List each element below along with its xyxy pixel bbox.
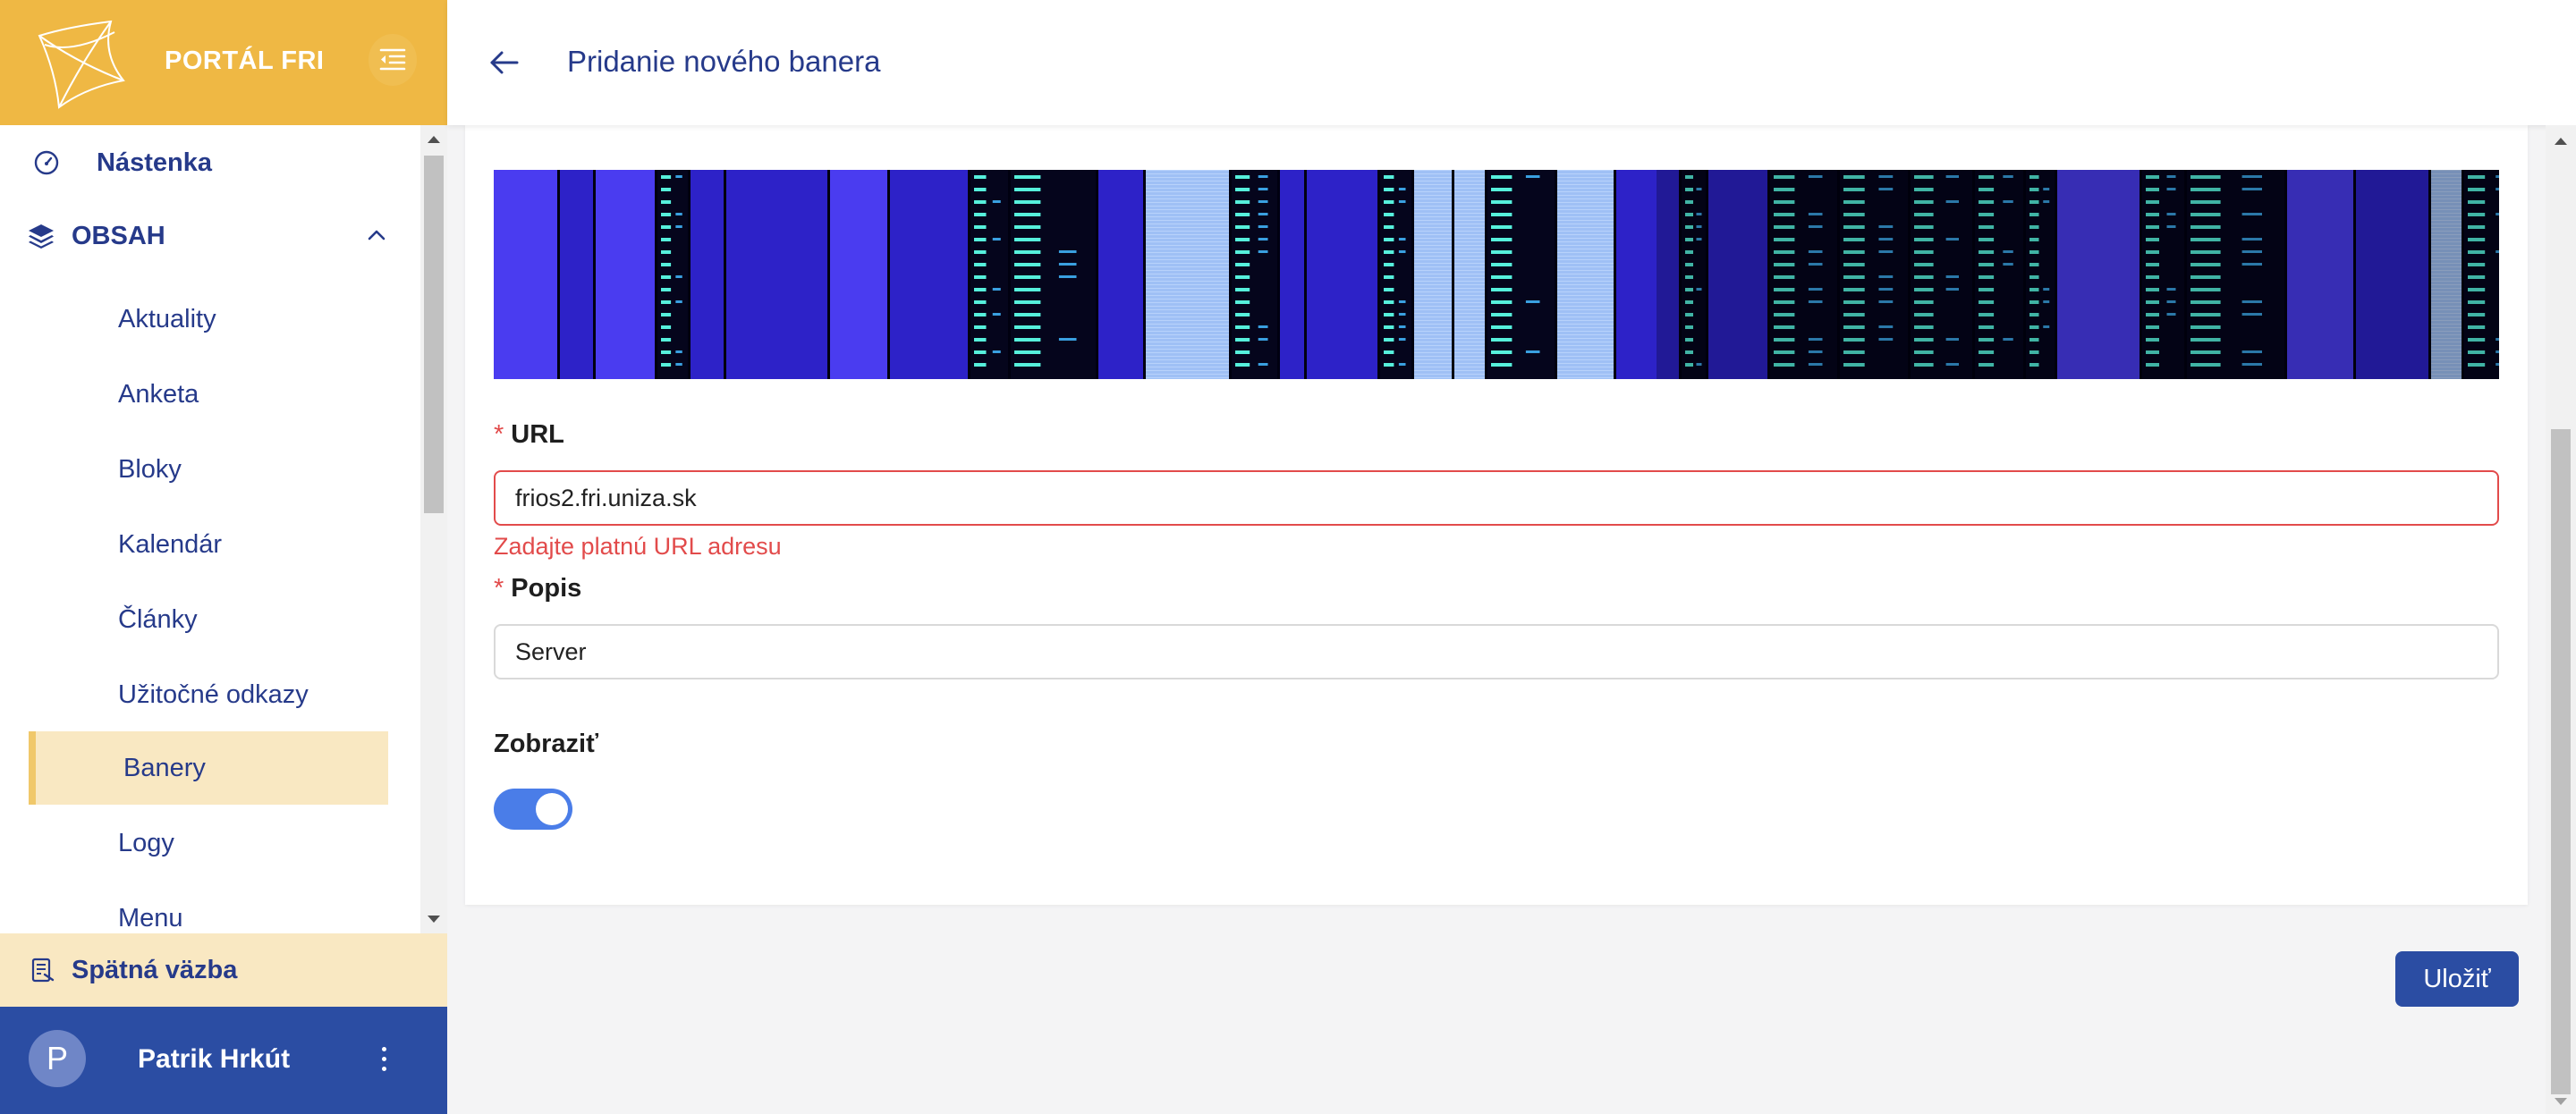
sidebar-item-bloky[interactable]: Bloky — [29, 433, 388, 506]
feedback-form-icon — [31, 958, 55, 983]
url-error-message: Zadajte platnú URL adresu — [494, 533, 782, 560]
toggle-knob — [536, 793, 568, 825]
scroll-up-arrow-icon[interactable] — [2555, 138, 2567, 145]
avatar[interactable]: P — [29, 1030, 86, 1087]
description-label-text: Popis — [511, 574, 582, 603]
dashboard-gauge-icon — [30, 147, 63, 179]
menu-collapse-icon — [379, 48, 406, 71]
description-input[interactable] — [494, 624, 2499, 679]
sidebar-item-banery[interactable]: Banery — [29, 731, 388, 805]
save-button[interactable]: Uložiť — [2395, 951, 2519, 1007]
back-button[interactable] — [483, 39, 526, 86]
url-label-text: URL — [511, 420, 564, 449]
user-menu-button[interactable] — [369, 1035, 399, 1082]
sidebar-item-label: Menu — [118, 903, 183, 933]
sidebar-item-label: Nástenka — [97, 148, 212, 177]
sidebar: PORTÁL FRI Nástenka OBSAH Aktuality Anke… — [0, 0, 447, 1114]
sidebar-scrollbar-thumb[interactable] — [424, 156, 444, 513]
more-vertical-icon-dot — [381, 1056, 386, 1061]
top-bar: Pridanie nového banera — [447, 0, 2576, 125]
banner-image-preview — [494, 170, 2499, 379]
scroll-down-arrow-icon[interactable] — [2555, 1098, 2567, 1105]
layers-icon — [25, 220, 57, 252]
sidebar-item-label: Kalendár — [118, 529, 223, 559]
sidebar-item-dashboard[interactable]: Nástenka — [0, 127, 420, 198]
sidebar-item-label: Banery — [123, 753, 206, 782]
sidebar-section-content[interactable]: OBSAH — [0, 200, 420, 272]
show-label: Zobraziť — [494, 730, 599, 758]
sidebar-item-menu[interactable]: Menu — [29, 882, 388, 933]
sidebar-item-uzitocne-odkazy[interactable]: Užitočné odkazy — [29, 658, 388, 731]
sidebar-scrollbar[interactable] — [420, 125, 447, 933]
required-mark: * — [494, 420, 504, 449]
sidebar-item-anketa[interactable]: Anketa — [29, 358, 388, 431]
sidebar-item-aktuality[interactable]: Aktuality — [29, 283, 388, 356]
sidebar-header: PORTÁL FRI — [0, 0, 447, 125]
sidebar-item-kalendar[interactable]: Kalendár — [29, 508, 388, 581]
sidebar-item-label: Bloky — [118, 454, 182, 484]
menu-collapse-button[interactable] — [369, 34, 417, 86]
more-vertical-icon — [381, 1046, 386, 1051]
arrow-left-icon — [490, 51, 519, 74]
banner-form-card: *URL Zadajte platnú URL adresu *Popis Zo… — [465, 125, 2528, 905]
description-label: * Popis — [494, 574, 581, 603]
sidebar-item-label: Logy — [118, 828, 174, 857]
feedback-label: Spätná väzba — [72, 955, 238, 984]
sidebar-item-label: Články — [118, 604, 198, 634]
sidebar-item-clanky[interactable]: Články — [29, 583, 388, 656]
scroll-down-arrow-icon[interactable] — [428, 916, 440, 923]
url-input[interactable] — [494, 470, 2499, 526]
sidebar-item-label: Užitočné odkazy — [118, 679, 309, 709]
app-title: PORTÁL FRI — [165, 46, 325, 75]
required-mark: * — [494, 574, 504, 603]
user-bar: P Patrik Hrkút — [0, 1007, 447, 1114]
sidebar-item-logy[interactable]: Logy — [29, 806, 388, 880]
portal-logo — [38, 20, 125, 109]
chevron-up-icon — [368, 230, 386, 241]
main-scrollbar-thumb[interactable] — [2551, 429, 2571, 1094]
scroll-up-arrow-icon[interactable] — [428, 136, 440, 143]
feedback-link[interactable]: Spätná väzba — [0, 933, 447, 1007]
sidebar-item-label: Aktuality — [118, 304, 216, 333]
show-toggle[interactable] — [494, 789, 572, 830]
sidebar-item-label: Anketa — [118, 379, 199, 409]
more-vertical-icon-dot — [381, 1066, 386, 1071]
main-scrollbar[interactable] — [2546, 125, 2576, 1114]
url-label: * URL — [494, 420, 564, 450]
sidebar-section-label: OBSAH — [72, 221, 165, 250]
user-name: Patrik Hrkút — [138, 1044, 291, 1074]
page-title: Pridanie nového banera — [567, 45, 881, 78]
sidebar-nav: Nástenka OBSAH Aktuality Anketa Bloky Ka… — [0, 125, 420, 933]
